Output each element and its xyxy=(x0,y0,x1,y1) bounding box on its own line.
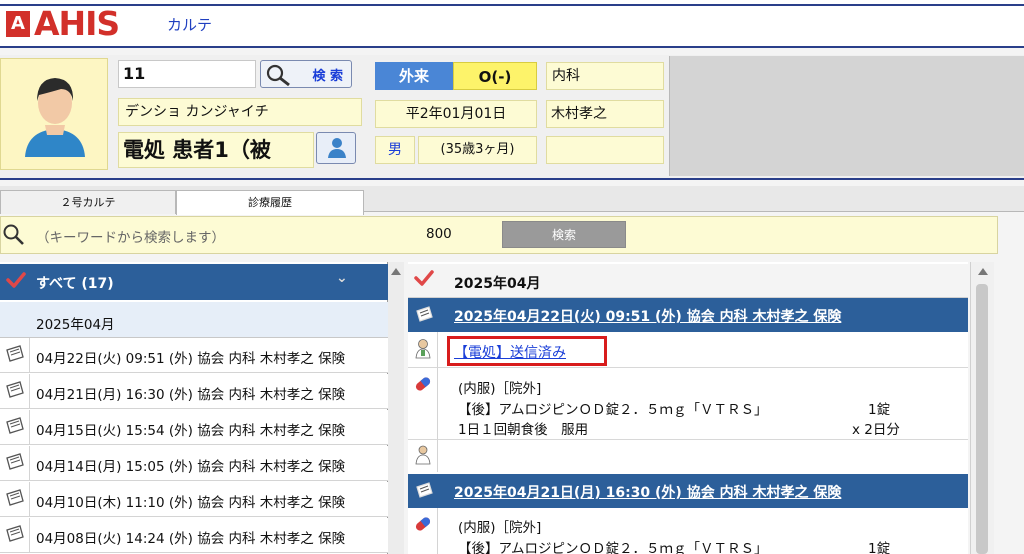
keyword-search-input[interactable]: （キーワードから検索します） xyxy=(36,226,225,246)
checkmark-icon xyxy=(6,272,26,288)
keyword-search-button[interactable]: 検索 xyxy=(502,221,626,248)
app-title: カルテ xyxy=(167,16,213,34)
tab-history[interactable]: 診療履歴 xyxy=(176,190,364,215)
history-month-group: 2025年04月 xyxy=(0,302,388,338)
birth-date-field: 平2年01月01日 xyxy=(375,100,537,128)
icon-cell xyxy=(408,332,438,368)
history-row-label: 04月14日(月) 15:05 (外) 協会 内科 木村孝之 保険 xyxy=(36,459,346,475)
document-icon xyxy=(6,417,24,434)
history-month-label: 2025年04月 xyxy=(36,317,115,333)
logo-badge: A xyxy=(6,11,30,37)
empty-field xyxy=(546,136,664,164)
history-row-label: 04月22日(火) 09:51 (外) 協会 内科 木村孝之 保険 xyxy=(36,351,346,367)
patient-avatar xyxy=(0,58,108,170)
drug-name: 【後】アムロジピンＯＤ錠２．５ｍｇ「ＶＴＲＳ」 xyxy=(458,541,768,554)
icon-cell xyxy=(408,440,438,472)
dosage-days: x 2日分 xyxy=(852,422,900,438)
blood-type-badge: O(-) xyxy=(453,62,537,90)
tab-karte2[interactable]: ２号カルテ xyxy=(0,190,176,214)
history-row[interactable]: 04月21日(月) 16:30 (外) 協会 内科 木村孝之 保険 xyxy=(0,374,388,409)
document-icon xyxy=(416,306,433,322)
keyword-count-field[interactable]: 800 xyxy=(426,226,452,242)
patient-id-input[interactable]: 11 xyxy=(118,60,256,88)
drug-quantity: 1錠 xyxy=(868,541,891,554)
app-header xyxy=(0,0,1024,48)
history-row-label: 04月15日(火) 15:54 (外) 協会 内科 木村孝之 保険 xyxy=(36,423,346,439)
department-field: 内科 xyxy=(546,62,664,90)
magnifier-icon xyxy=(266,64,290,87)
history-row-label: 04月21日(月) 16:30 (外) 協会 内科 木村孝之 保険 xyxy=(36,387,346,403)
info-gray-panel xyxy=(669,56,1024,176)
document-icon xyxy=(6,345,24,362)
checkmark-icon xyxy=(414,270,434,286)
record-entry-header[interactable]: 2025年04月21日(月) 16:30 (外) 協会 内科 木村孝之 保険 xyxy=(408,474,968,508)
document-icon xyxy=(416,482,433,498)
chevron-down-icon[interactable]: ⌄ xyxy=(336,270,348,286)
scroll-up-icon[interactable] xyxy=(977,266,989,276)
document-icon xyxy=(6,525,24,542)
rx-type: (内服)［院外] xyxy=(458,520,542,536)
record-entry-title[interactable]: 2025年04月22日(火) 09:51 (外) 協会 内科 木村孝之 保険 xyxy=(454,306,841,326)
patient-kana-name: デンショ カンジャイチ xyxy=(118,98,362,126)
doctor-icon xyxy=(415,445,431,465)
sex-field: 男 xyxy=(375,136,415,164)
dosage: 1日１回朝食後 服用 xyxy=(458,422,589,438)
record-entry-header[interactable]: 2025年04月22日(火) 09:51 (外) 協会 内科 木村孝之 保険 xyxy=(408,298,968,332)
drug-quantity: 1錠 xyxy=(868,402,891,418)
patient-search-label: 検 索 xyxy=(312,69,343,84)
drug-name: 【後】アムロジピンＯＤ錠２．５ｍｇ「ＶＴＲＳ」 xyxy=(458,402,768,418)
history-row[interactable]: 04月08日(火) 14:24 (外) 協会 内科 木村孝之 保険 xyxy=(0,518,388,553)
search-icon xyxy=(3,224,24,245)
capsule-icon xyxy=(415,517,431,531)
icon-cell xyxy=(408,508,438,554)
history-row-label: 04月08日(火) 14:24 (外) 協会 内科 木村孝之 保険 xyxy=(36,531,346,547)
doctor-icon xyxy=(415,339,431,359)
scrollbar-thumb[interactable] xyxy=(976,284,988,554)
history-filter-header[interactable]: すべて (17) ⌄ xyxy=(0,264,388,300)
rx-type: (内服)［院外] xyxy=(458,381,542,397)
patient-detail-button[interactable] xyxy=(316,132,356,164)
record-month-header: 2025年04月 xyxy=(408,264,968,298)
record-entry-title[interactable]: 2025年04月21日(月) 16:30 (外) 協会 内科 木村孝之 保険 xyxy=(454,482,841,502)
history-row-label: 04月10日(木) 11:10 (外) 協会 内科 木村孝之 保険 xyxy=(36,495,346,511)
visit-type-badge: 外来 xyxy=(375,62,453,90)
document-icon xyxy=(6,489,24,506)
doctor-field: 木村孝之 xyxy=(546,100,664,128)
document-icon xyxy=(6,453,24,470)
send-status-link[interactable]: 【電処】送信済み xyxy=(454,342,566,362)
capsule-icon xyxy=(415,377,431,391)
person-avatar-icon xyxy=(25,78,85,157)
icon-cell xyxy=(408,368,438,440)
age-field: (35歳3ヶ月) xyxy=(418,136,537,164)
document-icon xyxy=(6,381,24,398)
scroll-up-icon[interactable] xyxy=(390,266,402,276)
record-month-label: 2025年04月 xyxy=(454,276,541,292)
patient-kanji-name: 電処 患者1（被 xyxy=(118,132,314,168)
history-row[interactable]: 04月14日(月) 15:05 (外) 協会 内科 木村孝之 保険 xyxy=(0,446,388,481)
history-row[interactable]: 04月15日(火) 15:54 (外) 協会 内科 木村孝之 保険 xyxy=(0,410,388,445)
patient-search-button[interactable]: 検 索 xyxy=(260,60,352,88)
person-icon xyxy=(328,138,346,158)
left-scrollbar[interactable] xyxy=(388,262,404,554)
history-row[interactable]: 04月10日(木) 11:10 (外) 協会 内科 木村孝之 保険 xyxy=(0,482,388,517)
logo-text: AHIS xyxy=(34,4,120,43)
history-filter-label: すべて (17) xyxy=(36,276,114,292)
history-row[interactable]: 04月22日(火) 09:51 (外) 協会 内科 木村孝之 保険 xyxy=(0,338,388,373)
